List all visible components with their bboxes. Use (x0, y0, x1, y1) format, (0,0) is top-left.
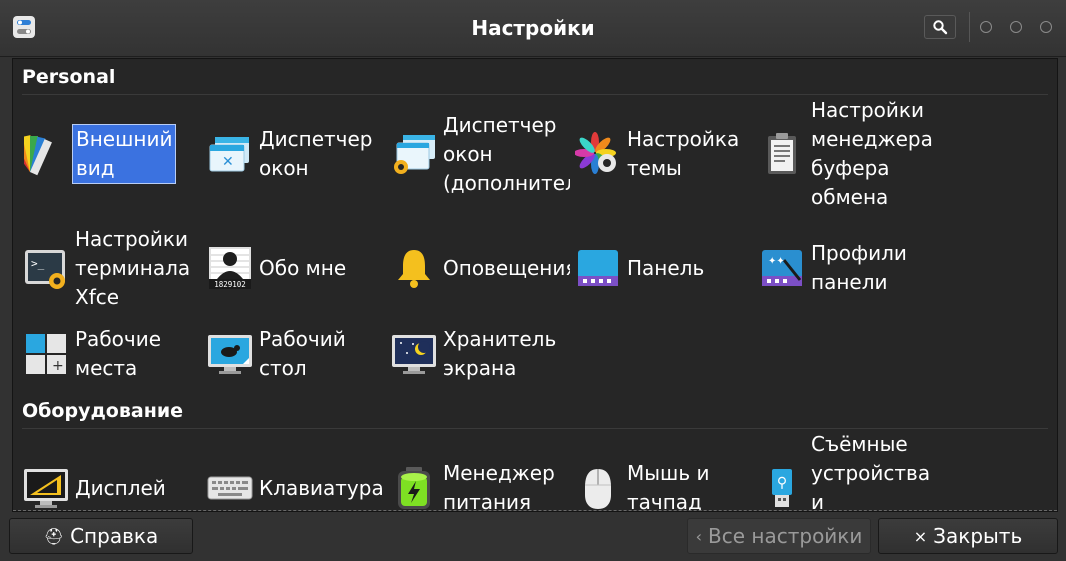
setting-about-me[interactable]: 1829102 Обо мне (206, 223, 386, 313)
setting-power-manager[interactable]: Менеджер питания (390, 443, 570, 512)
setting-label: Диспетчер окон (259, 127, 373, 180)
mouse-icon (574, 464, 622, 511)
bell-icon (390, 244, 438, 292)
window-manager-tweaks-icon (390, 130, 438, 178)
setting-label: Настройки менеджера буфера обмена (811, 98, 933, 209)
minimize-button[interactable] (980, 21, 992, 33)
scroll-edge (13, 510, 1057, 511)
setting-label: Профили панели (811, 241, 907, 294)
setting-removable-drives[interactable]: ⚲ Съёмные устройства и носители (758, 432, 938, 511)
svg-text:⚲: ⚲ (777, 475, 787, 491)
settings-window: Настройки Personal Внешний вид ✕ Диспетч… (0, 0, 1066, 561)
screensaver-icon (390, 330, 438, 378)
setting-mouse[interactable]: Мышь и тачпад (574, 443, 754, 512)
setting-display[interactable]: Дисплей (22, 443, 202, 511)
title-bar[interactable]: Настройки (0, 0, 1066, 57)
window-manager-icon: ✕ (206, 130, 254, 178)
setting-workspaces[interactable]: + Рабочие места (22, 309, 202, 399)
svg-text:+: + (52, 358, 64, 374)
setting-panel-profiles[interactable]: ✦✦ Профили панели (758, 223, 938, 313)
titlebar-separator (969, 12, 970, 42)
removable-drives-icon: ⚲ (758, 464, 806, 511)
setting-label: Диспетчер окон (дополнитель (443, 112, 570, 195)
setting-notifications[interactable]: Оповещения (390, 223, 570, 313)
theme-settings-icon (574, 130, 622, 178)
clipboard-icon (758, 130, 806, 178)
power-manager-icon (390, 464, 438, 511)
about-me-icon: 1829102 (206, 244, 254, 292)
help-icon: ⛑ (43, 526, 65, 546)
appearance-icon (22, 130, 70, 178)
help-button[interactable]: ⛑ Справка (9, 518, 193, 554)
setting-label: Дисплей (75, 475, 166, 500)
section-divider (22, 94, 1048, 95)
section-title-personal: Personal (22, 66, 116, 88)
setting-label: Хранитель экрана (443, 327, 557, 380)
close-window-button[interactable] (1040, 21, 1052, 33)
setting-theme[interactable]: Настройка темы (574, 109, 754, 199)
svg-text:✕: ✕ (222, 154, 234, 170)
setting-label: Съёмные устройства и носители (811, 432, 931, 512)
window-title: Настройки (471, 16, 595, 40)
setting-label: Рабочий стол (259, 327, 346, 380)
close-icon: × (913, 526, 928, 546)
section-title-hardware: Оборудование (22, 400, 184, 422)
setting-label: Мышь и тачпад (627, 461, 710, 512)
setting-label: Настройка темы (627, 127, 740, 180)
chevron-left-icon: ‹ (695, 526, 703, 546)
panel-icon (574, 244, 622, 292)
all-settings-button-label: Все настройки (708, 524, 863, 548)
setting-label: Рабочие места (75, 327, 162, 380)
display-icon (22, 464, 70, 511)
svg-text:✦✦: ✦✦ (768, 256, 785, 267)
terminal-settings-icon: >_ (22, 244, 70, 292)
setting-label: Обо мне (259, 255, 347, 280)
setting-label: Менеджер питания (443, 461, 555, 512)
setting-desktop[interactable]: Рабочий стол (206, 309, 386, 399)
keyboard-icon (206, 464, 254, 511)
svg-text:>_: >_ (31, 257, 45, 270)
setting-label: Панель (627, 255, 705, 280)
about-me-badge: 1829102 (214, 280, 246, 289)
setting-keyboard[interactable]: Клавиатура (206, 443, 386, 511)
setting-label: Внешний вид (72, 124, 177, 184)
setting-label: Клавиатура (259, 475, 384, 500)
settings-content[interactable]: Personal Внешний вид ✕ Диспетчер окон Ди… (12, 58, 1058, 512)
search-icon (933, 20, 948, 35)
setting-label: Настройки терминала Xfce (75, 226, 191, 309)
setting-terminal[interactable]: >_ Настройки терминала Xfce (22, 223, 202, 313)
help-button-label: Справка (70, 524, 159, 548)
section-divider (22, 428, 1048, 429)
setting-panel[interactable]: Панель (574, 223, 754, 313)
desktop-icon (206, 330, 254, 378)
search-button[interactable] (924, 15, 956, 39)
setting-label: Оповещения (443, 255, 570, 280)
setting-window-manager[interactable]: ✕ Диспетчер окон (206, 109, 386, 199)
setting-appearance[interactable]: Внешний вид (22, 109, 202, 199)
setting-screensaver[interactable]: Хранитель экрана (390, 309, 570, 399)
maximize-button[interactable] (1010, 21, 1022, 33)
setting-clipboard[interactable]: Настройки менеджера буфера обмена (758, 98, 938, 209)
workspaces-icon: + (22, 330, 70, 378)
all-settings-button[interactable]: ‹ Все настройки (687, 518, 871, 554)
close-button-label: Закрыть (933, 524, 1023, 548)
panel-profiles-icon: ✦✦ (758, 244, 806, 292)
setting-window-manager-tweaks[interactable]: Диспетчер окон (дополнитель (390, 109, 570, 199)
close-button[interactable]: × Закрыть (878, 518, 1058, 554)
